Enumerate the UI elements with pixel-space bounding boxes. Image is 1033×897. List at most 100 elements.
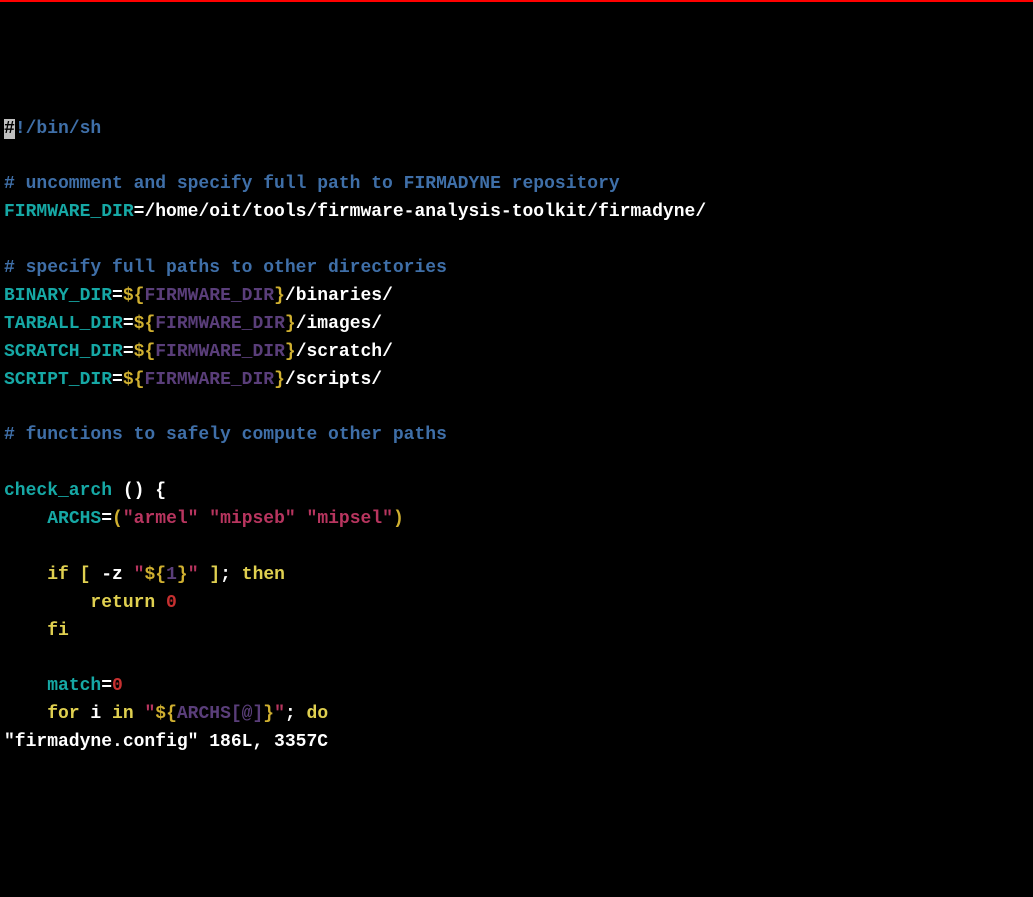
code-token [134, 704, 145, 724]
code-line[interactable]: BINARY_DIR=${FIRMWARE_DIR}/binaries/ [4, 283, 1029, 311]
code-token: ${ [155, 704, 177, 724]
code-token: then [242, 565, 285, 585]
code-token: = [134, 202, 145, 222]
code-token: # functions to safely compute other path… [4, 425, 447, 445]
code-token: ( [112, 509, 123, 529]
code-token: match [47, 676, 101, 696]
code-token [231, 565, 242, 585]
code-line[interactable] [4, 450, 1029, 478]
code-token: FIRMWARE_DIR [4, 202, 134, 222]
code-token: # [4, 119, 15, 139]
code-token: ${ [123, 286, 145, 306]
code-token: " [134, 565, 145, 585]
code-token [296, 704, 307, 724]
code-token: !/bin/sh [15, 119, 101, 139]
code-token [4, 509, 47, 529]
code-token: = [101, 676, 112, 696]
code-token: FIRMWARE_DIR [155, 314, 285, 334]
code-token: -z [90, 565, 133, 585]
code-token: for [47, 704, 79, 724]
code-token [155, 593, 166, 613]
code-token: FIRMWARE_DIR [144, 286, 274, 306]
code-token: do [307, 704, 329, 724]
code-line[interactable] [4, 534, 1029, 562]
code-token [4, 676, 47, 696]
code-token [199, 565, 210, 585]
code-line[interactable]: FIRMWARE_DIR=/home/oit/tools/firmware-an… [4, 199, 1029, 227]
code-token: BINARY_DIR [4, 286, 112, 306]
code-token: "armel" [123, 509, 199, 529]
code-token: ${ [134, 314, 156, 334]
code-token: 1 [166, 565, 177, 585]
code-line[interactable]: TARBALL_DIR=${FIRMWARE_DIR}/images/ [4, 311, 1029, 339]
vim-status-line: "firmadyne.config" 186L, 3357C [4, 729, 1029, 757]
code-line[interactable]: fi [4, 618, 1029, 646]
code-token: FIRMWARE_DIR [144, 370, 274, 390]
code-token: i [80, 704, 112, 724]
code-token: ${ [144, 565, 166, 585]
code-token: = [112, 370, 123, 390]
code-token: "mipsel" [307, 509, 393, 529]
code-token: = [123, 314, 134, 334]
code-line[interactable] [4, 143, 1029, 171]
code-token: { [144, 481, 166, 501]
code-token: } [177, 565, 188, 585]
code-line[interactable]: return 0 [4, 590, 1029, 618]
code-token [4, 593, 90, 613]
code-line[interactable]: match=0 [4, 673, 1029, 701]
code-token: return [90, 593, 155, 613]
code-token: = [112, 286, 123, 306]
code-token: 0 [112, 676, 123, 696]
code-token: ; [220, 565, 231, 585]
code-token: /scratch/ [296, 342, 393, 362]
code-line[interactable]: SCRATCH_DIR=${FIRMWARE_DIR}/scratch/ [4, 339, 1029, 367]
code-token [4, 621, 47, 641]
code-token: # specify full paths to other directorie… [4, 258, 447, 278]
code-token: FIRMWARE_DIR [155, 342, 285, 362]
code-line[interactable]: #!/bin/sh [4, 116, 1029, 144]
code-token: = [123, 342, 134, 362]
code-token: /binaries/ [285, 286, 393, 306]
code-token: check_arch [4, 481, 123, 501]
code-line[interactable] [4, 227, 1029, 255]
code-token: " [188, 565, 199, 585]
code-token: ] [209, 565, 220, 585]
code-token: ; [285, 704, 296, 724]
code-token: " [274, 704, 285, 724]
vim-editor-buffer[interactable]: #!/bin/sh # uncomment and specify full p… [4, 116, 1029, 730]
code-line[interactable]: if [ -z "${1}" ]; then [4, 562, 1029, 590]
code-line[interactable]: check_arch () { [4, 478, 1029, 506]
code-token: ARCHS[@] [177, 704, 263, 724]
code-token: } [274, 286, 285, 306]
code-token [296, 509, 307, 529]
code-token: TARBALL_DIR [4, 314, 123, 334]
code-token: } [285, 342, 296, 362]
code-token: ${ [134, 342, 156, 362]
code-token: /scripts/ [285, 370, 382, 390]
code-token: SCRIPT_DIR [4, 370, 112, 390]
code-token: ) [393, 509, 404, 529]
code-token: /home/oit/tools/firmware-analysis-toolki… [144, 202, 706, 222]
code-token: } [285, 314, 296, 334]
code-token: fi [47, 621, 69, 641]
code-token [198, 509, 209, 529]
code-token: = [101, 509, 112, 529]
code-token: [ [80, 565, 91, 585]
code-line[interactable]: SCRIPT_DIR=${FIRMWARE_DIR}/scripts/ [4, 367, 1029, 395]
code-token: ARCHS [47, 509, 101, 529]
code-token: in [112, 704, 134, 724]
code-token: /images/ [296, 314, 382, 334]
code-token: "mipseb" [209, 509, 295, 529]
code-token: } [263, 704, 274, 724]
code-line[interactable] [4, 394, 1029, 422]
code-token: SCRATCH_DIR [4, 342, 123, 362]
code-line[interactable]: for i in "${ARCHS[@]}"; do [4, 701, 1029, 729]
code-token: # uncomment and specify full path to FIR… [4, 174, 620, 194]
code-line[interactable]: # uncomment and specify full path to FIR… [4, 171, 1029, 199]
code-line[interactable]: ARCHS=("armel" "mipseb" "mipsel") [4, 506, 1029, 534]
code-token [4, 704, 47, 724]
code-line[interactable]: # functions to safely compute other path… [4, 422, 1029, 450]
code-line[interactable]: # specify full paths to other directorie… [4, 255, 1029, 283]
code-line[interactable] [4, 645, 1029, 673]
code-token: () [123, 481, 145, 501]
